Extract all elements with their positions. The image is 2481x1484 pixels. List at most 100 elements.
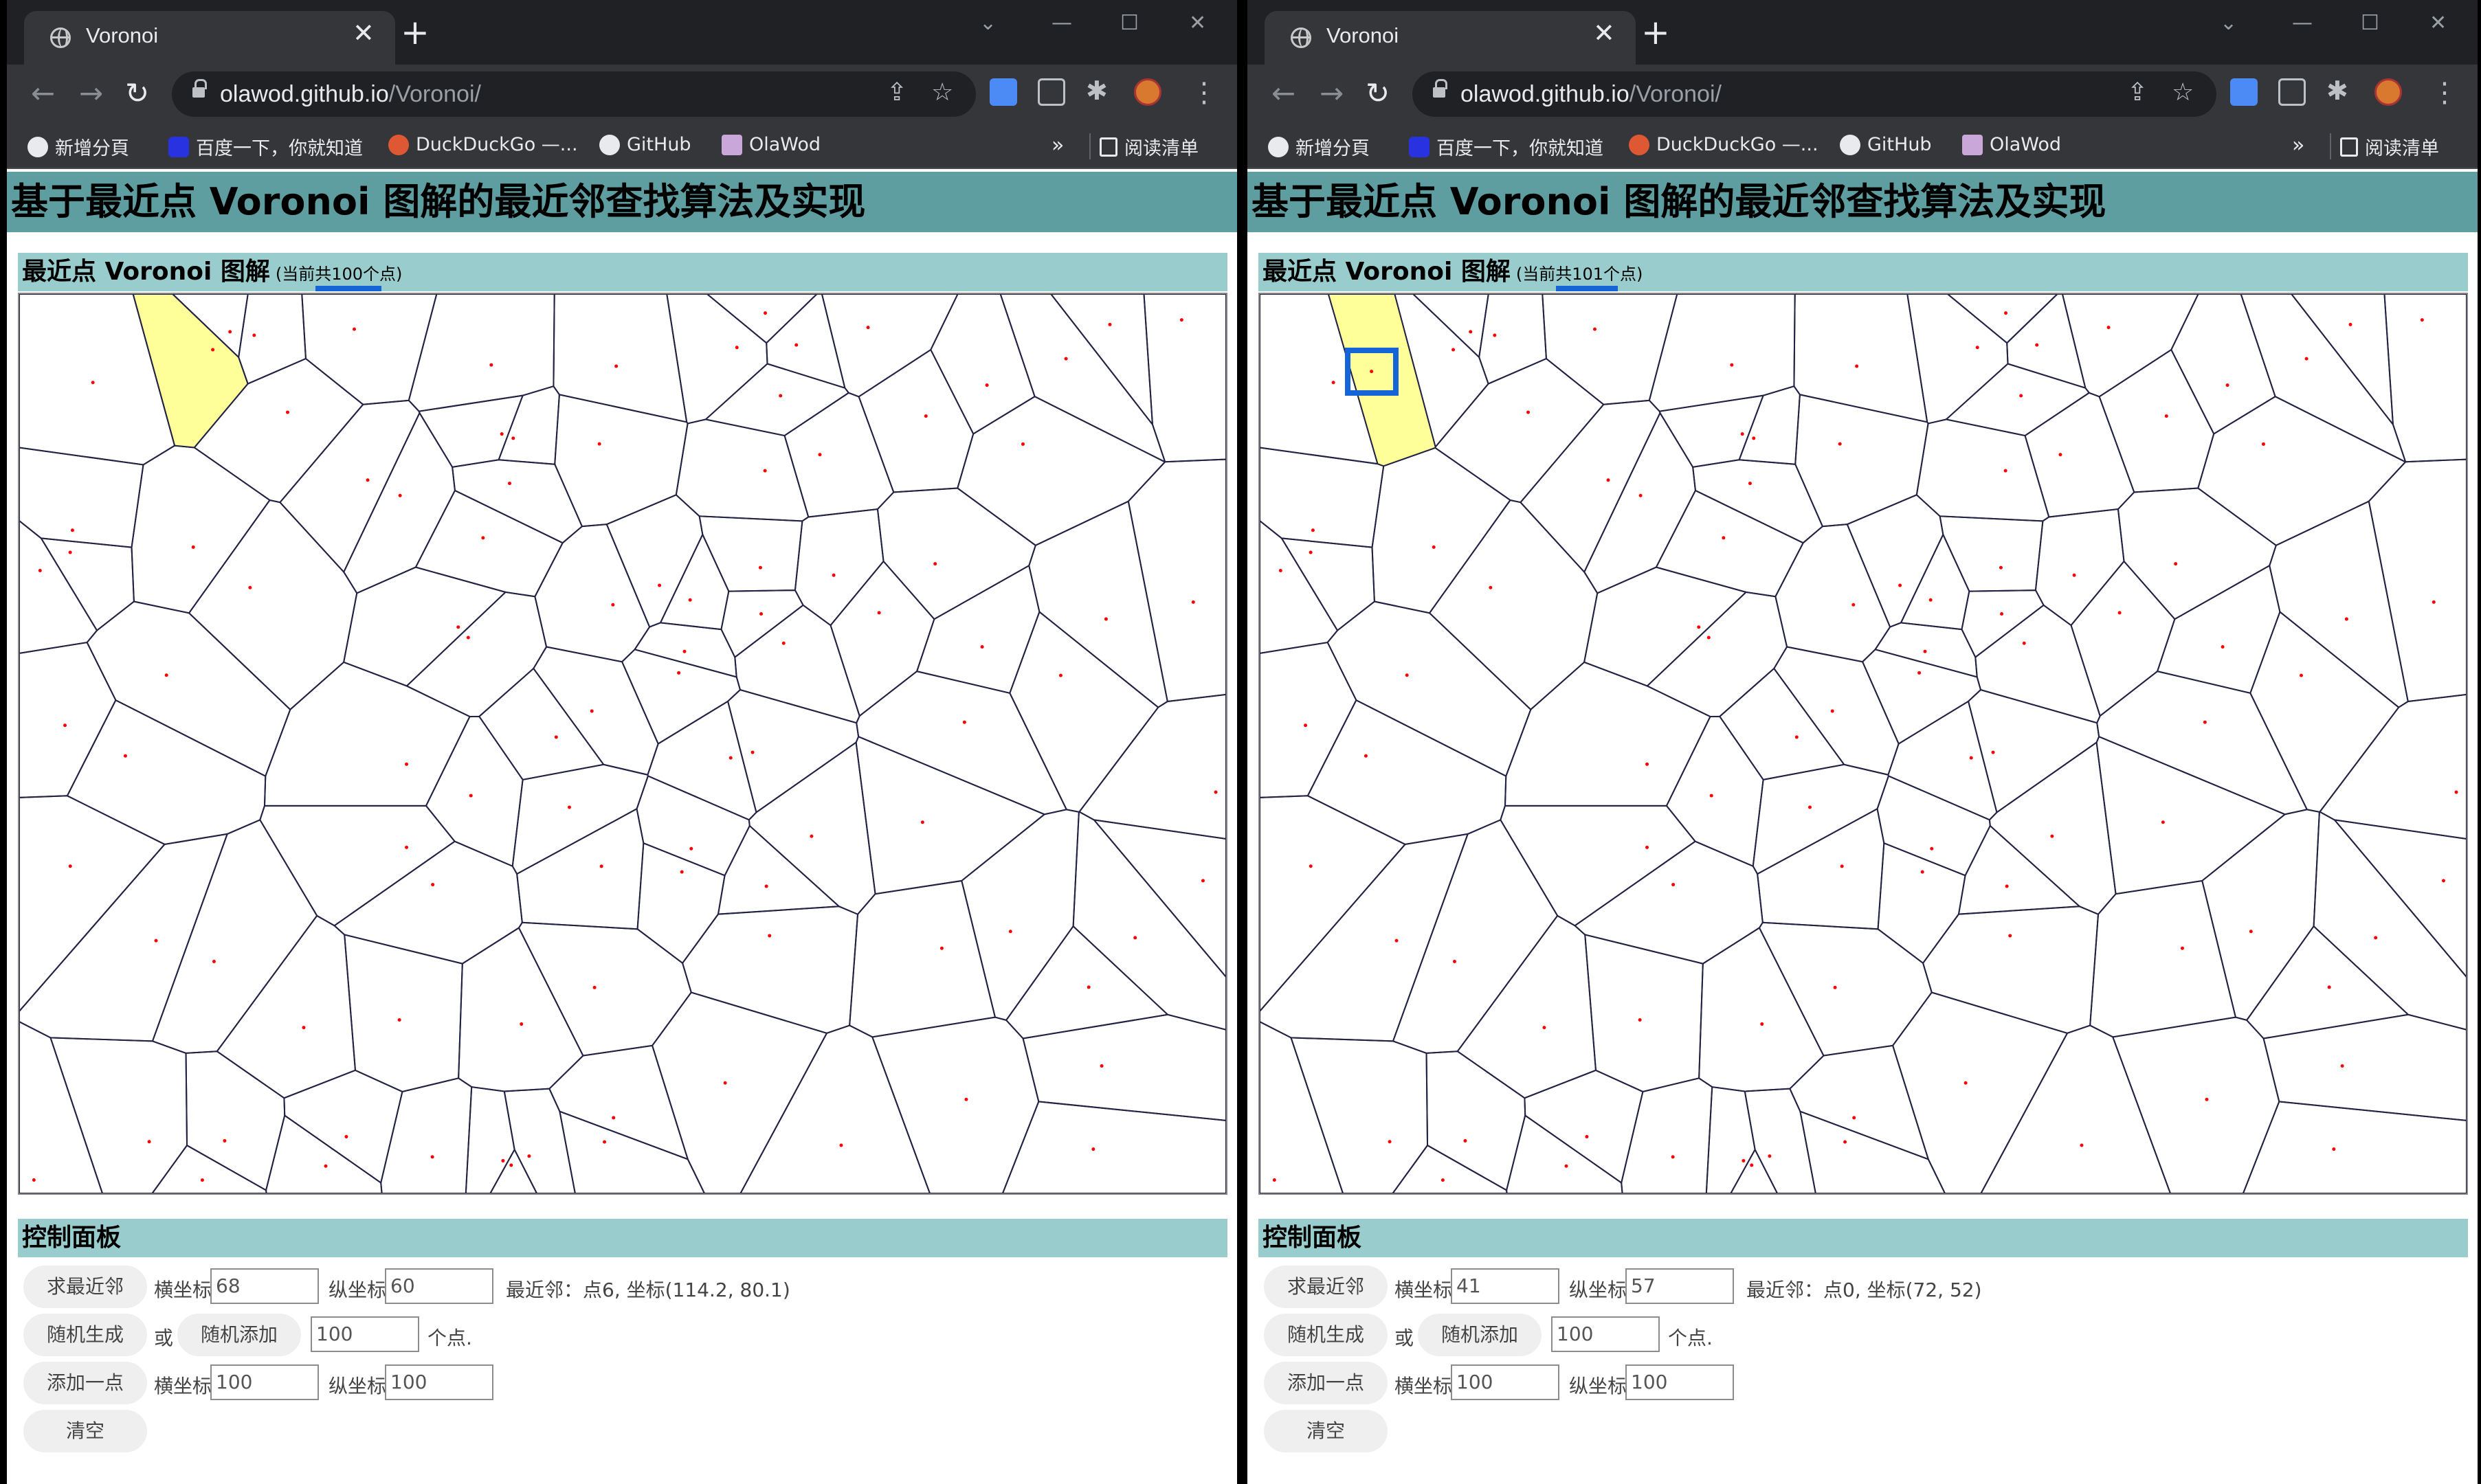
site-point	[764, 311, 768, 315]
avatar-icon[interactable]	[2374, 78, 2402, 106]
voronoi-cell	[1961, 589, 2045, 659]
new-tab-icon[interactable]: +	[1641, 15, 1670, 49]
bookmark-baidu[interactable]: 百度一下，你就知道	[168, 133, 363, 161]
star-icon[interactable]: ☆	[2172, 78, 2194, 106]
random-add-button[interactable]: 随机添加	[177, 1314, 301, 1356]
reader-extension-icon[interactable]	[1038, 78, 1065, 106]
random-count-input[interactable]: 100	[1551, 1316, 1660, 1352]
query-y-input[interactable]: 57	[1625, 1268, 1734, 1304]
share-icon[interactable]: ⇪	[887, 78, 907, 106]
reading-list[interactable]: 阅读清单	[2340, 133, 2439, 161]
add-y-input[interactable]: 100	[385, 1364, 493, 1400]
voronoi-cell	[503, 1088, 576, 1193]
site-point	[924, 414, 928, 418]
star-icon[interactable]: ☆	[931, 78, 953, 106]
bookmark-duckduckgo[interactable]: DuckDuckGo —...	[388, 133, 578, 161]
add-point-button[interactable]: 添加一点	[1264, 1362, 1388, 1404]
add-x-input[interactable]: 100	[210, 1364, 319, 1400]
maximize-icon[interactable]: ☐	[2361, 11, 2379, 35]
reader-extension-icon[interactable]	[2278, 78, 2306, 106]
site-point	[511, 436, 515, 440]
minimize-icon[interactable]: —	[1052, 11, 1072, 35]
github-icon	[599, 134, 620, 155]
bookmark-baidu[interactable]: 百度一下，你就知道	[1409, 133, 1603, 161]
bookmark-olawod[interactable]: OlaWod	[1962, 133, 2061, 161]
more-menu-icon[interactable]: ⋮	[1190, 77, 1218, 109]
tab-voronoi[interactable]: Voronoi ✕	[24, 11, 395, 65]
bookmarks-more-icon[interactable]: »	[2292, 133, 2304, 157]
tab-voronoi[interactable]: Voronoi ✕	[1265, 11, 1636, 65]
site-point	[735, 346, 739, 350]
site-point	[1179, 318, 1183, 322]
more-menu-icon[interactable]: ⋮	[2431, 77, 2458, 109]
site-point	[228, 330, 232, 334]
voronoi-canvas[interactable]	[18, 293, 1227, 1195]
random-add-button[interactable]: 随机添加	[1418, 1314, 1542, 1356]
translate-extension-icon[interactable]	[990, 78, 1017, 106]
close-icon[interactable]: ✕	[1593, 18, 1615, 48]
query-y-input[interactable]: 60	[385, 1268, 493, 1304]
random-count-input[interactable]: 100	[311, 1316, 419, 1352]
site-point	[1768, 1154, 1772, 1158]
url-text[interactable]: olawod.github.io/Voronoi/	[1460, 81, 1722, 108]
puzzle-icon[interactable]: ✱	[1086, 76, 1108, 106]
bookmark-github[interactable]: GitHub	[1840, 133, 1932, 161]
voronoi-diagram[interactable]	[19, 294, 1226, 1193]
voronoi-cell	[2024, 392, 2135, 518]
bookmark-github[interactable]: GitHub	[599, 133, 691, 161]
tab-search-icon[interactable]: ⌄	[2220, 11, 2237, 35]
bookmark-duckduckgo[interactable]: DuckDuckGo —...	[1629, 133, 1818, 161]
site-point	[2003, 469, 2007, 473]
address-bar[interactable]: olawod.github.io/Voronoi/ ⇪ ☆	[172, 71, 976, 117]
clear-button[interactable]: 清空	[23, 1410, 147, 1452]
bookmark-new-tab[interactable]: 新增分頁	[27, 133, 129, 161]
clear-button[interactable]: 清空	[1264, 1410, 1388, 1452]
find-nearest-button[interactable]: 求最近邻	[1264, 1266, 1388, 1308]
site-point	[1214, 790, 1218, 794]
voronoi-cell	[1900, 532, 1970, 631]
site-point	[680, 870, 684, 874]
avatar-icon[interactable]	[1134, 78, 1161, 106]
close-icon[interactable]: ✕	[353, 18, 375, 48]
close-window-icon[interactable]: ✕	[1189, 11, 1206, 35]
translate-extension-icon[interactable]	[2230, 78, 2258, 106]
bookmark-olawod[interactable]: OlaWod	[722, 133, 821, 161]
x-label: 横坐标	[1394, 1279, 1453, 1301]
arrow-right-icon[interactable]: →	[79, 74, 103, 113]
arrow-right-icon[interactable]: →	[1320, 74, 1344, 113]
reload-icon[interactable]: ↻	[125, 74, 149, 113]
add-point-button[interactable]: 添加一点	[23, 1362, 147, 1404]
voronoi-canvas[interactable]	[1258, 293, 2468, 1195]
voronoi-cell	[39, 537, 135, 632]
tab-search-icon[interactable]: ⌄	[979, 11, 997, 35]
find-nearest-button[interactable]: 求最近邻	[23, 1266, 147, 1308]
url-text[interactable]: olawod.github.io/Voronoi/	[220, 81, 481, 108]
minimize-icon[interactable]: —	[2292, 11, 2313, 35]
lock-icon[interactable]	[192, 79, 207, 100]
address-bar[interactable]: olawod.github.io/Voronoi/ ⇪ ☆	[1412, 71, 2216, 117]
arrow-left-icon[interactable]: ←	[31, 74, 55, 113]
site-point	[592, 985, 597, 989]
query-x-input[interactable]: 68	[210, 1268, 319, 1304]
new-tab-icon[interactable]: +	[401, 15, 430, 49]
bookmarks-more-icon[interactable]: »	[1052, 133, 1064, 157]
site-point	[939, 946, 944, 950]
bookmark-new-tab[interactable]: 新增分頁	[1268, 133, 1370, 161]
site-point	[2299, 673, 2303, 677]
share-icon[interactable]: ⇪	[2127, 78, 2148, 106]
puzzle-icon[interactable]: ✱	[2326, 76, 2348, 106]
query-x-input[interactable]: 41	[1451, 1268, 1559, 1304]
reading-list[interactable]: 阅读清单	[1100, 133, 1199, 161]
voronoi-cell	[1967, 688, 2100, 814]
random-generate-button[interactable]: 随机生成	[1264, 1314, 1388, 1356]
add-y-input[interactable]: 100	[1625, 1364, 1734, 1400]
arrow-left-icon[interactable]: ←	[1271, 74, 1295, 113]
close-window-icon[interactable]: ✕	[2429, 11, 2447, 35]
lock-icon[interactable]	[1433, 79, 1447, 100]
voronoi-cell	[553, 294, 688, 423]
voronoi-diagram[interactable]	[1260, 294, 2467, 1193]
random-generate-button[interactable]: 随机生成	[23, 1314, 147, 1356]
maximize-icon[interactable]: ☐	[1120, 11, 1139, 35]
add-x-input[interactable]: 100	[1451, 1364, 1559, 1400]
reload-icon[interactable]: ↻	[1366, 74, 1390, 113]
